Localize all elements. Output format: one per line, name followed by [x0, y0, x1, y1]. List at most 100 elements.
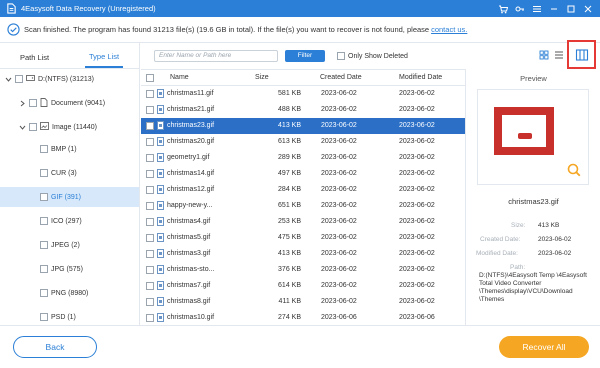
- row-checkbox[interactable]: [146, 122, 154, 130]
- table-row[interactable]: christmas3.gif 413 KB 2023-06-02 2023-06-02: [141, 246, 465, 262]
- tree-item[interactable]: CUR (3): [0, 163, 139, 183]
- row-checkbox[interactable]: [146, 298, 154, 306]
- column-modified[interactable]: Modified Date: [399, 74, 442, 81]
- tree-item[interactable]: PSD (1): [0, 307, 139, 327]
- row-checkbox[interactable]: [146, 266, 154, 274]
- tab-type-list[interactable]: Type List: [85, 52, 124, 68]
- table-row[interactable]: happy-new-y... 651 KB 2023-06-02 2023-06-02: [141, 198, 465, 214]
- title-bar: 4Easysoft Data Recovery (Unregistered): [0, 0, 600, 17]
- close-icon[interactable]: [579, 0, 596, 17]
- row-checkbox[interactable]: [146, 170, 154, 178]
- tree-item[interactable]: D:(NTFS) (31213): [0, 69, 139, 89]
- tree-item-checkbox[interactable]: [40, 265, 48, 273]
- left-panel: Path List Type List D:(NTFS) (31213) Docu…: [0, 43, 140, 325]
- tree-item[interactable]: GIF (391): [0, 187, 139, 207]
- recover-all-button[interactable]: Recover All: [499, 336, 589, 358]
- tree-item-label: JPG (575): [51, 265, 83, 273]
- preview-file-name: christmas23.gif: [508, 197, 559, 206]
- table-row[interactable]: christmas10.gif 274 KB 2023-06-06 2023-06-0…: [141, 310, 465, 325]
- chevron-down-icon[interactable]: [18, 123, 26, 131]
- preview-created-value: 2023-06-02: [538, 236, 572, 243]
- tree-item[interactable]: Image (11440): [0, 117, 139, 137]
- row-checkbox[interactable]: [146, 282, 154, 290]
- preview-header: Preview: [520, 74, 547, 83]
- only-show-deleted-checkbox[interactable]: [337, 52, 345, 60]
- table-row[interactable]: christmas5.gif 475 KB 2023-06-02 2023-06-02: [141, 230, 465, 246]
- tree-item[interactable]: PNG (8980): [0, 283, 139, 303]
- modified-date-cell: 2023-06-02: [399, 106, 435, 113]
- row-checkbox[interactable]: [146, 314, 154, 322]
- table-row[interactable]: geometry1.gif 289 KB 2023-06-02 2023-06-02: [141, 150, 465, 166]
- row-checkbox[interactable]: [146, 90, 154, 98]
- search-input[interactable]: Enter Name or Path here: [154, 50, 278, 62]
- preview-toggle-button[interactable]: [567, 40, 596, 69]
- row-checkbox[interactable]: [146, 154, 154, 162]
- tree-item-checkbox[interactable]: [40, 169, 48, 177]
- column-name[interactable]: Name: [170, 74, 189, 81]
- table-row[interactable]: christmas12.gif 284 KB 2023-06-02 2023-06-0…: [141, 182, 465, 198]
- tree-item-checkbox[interactable]: [40, 217, 48, 225]
- row-checkbox[interactable]: [146, 138, 154, 146]
- list-view-icon[interactable]: [553, 49, 565, 61]
- table-row[interactable]: christmas20.gif 613 KB 2023-06-02 2023-06-0…: [141, 134, 465, 150]
- row-checkbox[interactable]: [146, 186, 154, 194]
- file-name-cell: christmas4.gif: [167, 218, 211, 225]
- table-row[interactable]: christmas23.gif 413 KB 2023-06-02 2023-06-0…: [141, 118, 465, 134]
- column-created[interactable]: Created Date: [320, 74, 362, 81]
- tree-item-checkbox[interactable]: [29, 123, 37, 131]
- thumbnail-view-icon[interactable]: [538, 49, 550, 61]
- cart-icon[interactable]: [494, 0, 511, 17]
- tree-item-checkbox[interactable]: [40, 145, 48, 153]
- file-list-header: Name Size Created Date Modified Date: [141, 69, 465, 86]
- row-checkbox[interactable]: [146, 234, 154, 242]
- table-row[interactable]: christmas4.gif 253 KB 2023-06-02 2023-06-02: [141, 214, 465, 230]
- chevron-down-icon[interactable]: [4, 75, 12, 83]
- file-size-cell: 614 KB: [278, 282, 301, 289]
- menu-icon[interactable]: [528, 0, 545, 17]
- minimize-icon[interactable]: [545, 0, 562, 17]
- tree-item[interactable]: Document (9041): [0, 93, 139, 113]
- scan-complete-icon: [7, 23, 20, 36]
- back-button[interactable]: Back: [13, 336, 97, 358]
- tree-item-checkbox[interactable]: [29, 99, 37, 107]
- table-row[interactable]: christmas11.gif 581 KB 2023-06-02 2023-06-0…: [141, 86, 465, 102]
- row-checkbox[interactable]: [146, 106, 154, 114]
- key-icon[interactable]: [511, 0, 528, 17]
- table-row[interactable]: christmas-sto... 376 KB 2023-06-02 2023-06-…: [141, 262, 465, 278]
- filter-button[interactable]: Filter: [285, 50, 325, 62]
- table-row[interactable]: christmas8.gif 411 KB 2023-06-02 2023-06-02: [141, 294, 465, 310]
- table-row[interactable]: christmas14.gif 497 KB 2023-06-02 2023-06-0…: [141, 166, 465, 182]
- modified-date-cell: 2023-06-02: [399, 122, 435, 129]
- tree-item-checkbox[interactable]: [40, 313, 48, 321]
- tree-item-checkbox[interactable]: [40, 193, 48, 201]
- modified-date-cell: 2023-06-02: [399, 138, 435, 145]
- contact-us-link[interactable]: contact us.: [431, 25, 467, 34]
- tree-item-checkbox[interactable]: [40, 241, 48, 249]
- only-show-deleted-toggle[interactable]: Only Show Deleted: [337, 50, 408, 62]
- created-date-cell: 2023-06-02: [321, 266, 357, 273]
- maximize-icon[interactable]: [562, 0, 579, 17]
- chevron-right-icon[interactable]: [18, 99, 26, 107]
- tree-item-checkbox[interactable]: [40, 289, 48, 297]
- zoom-icon[interactable]: [566, 162, 582, 178]
- created-date-cell: 2023-06-02: [321, 106, 357, 113]
- select-all-checkbox[interactable]: [146, 73, 154, 82]
- tree-item[interactable]: JPEG (2): [0, 235, 139, 255]
- tree-item-checkbox[interactable]: [15, 75, 23, 83]
- row-checkbox[interactable]: [146, 218, 154, 226]
- tree-item[interactable]: BMP (1): [0, 139, 139, 159]
- file-toolbar: Enter Name or Path here Filter Only Show…: [141, 43, 600, 69]
- column-size[interactable]: Size: [255, 74, 269, 81]
- file-name-cell: christmas5.gif: [167, 234, 211, 241]
- file-size-cell: 475 KB: [278, 234, 301, 241]
- table-row[interactable]: christmas21.gif 488 KB 2023-06-02 2023-06-0…: [141, 102, 465, 118]
- row-checkbox[interactable]: [146, 202, 154, 210]
- tab-path-list[interactable]: Path List: [16, 53, 53, 68]
- tree-item[interactable]: JPG (575): [0, 259, 139, 279]
- row-checkbox[interactable]: [146, 250, 154, 258]
- file-name-cell: christmas14.gif: [167, 170, 215, 177]
- preview-size-label: Size:: [511, 222, 526, 229]
- table-row[interactable]: christmas7.gif 614 KB 2023-06-02 2023-06-02: [141, 278, 465, 294]
- tree-item[interactable]: ICO (297): [0, 211, 139, 231]
- file-size-cell: 651 KB: [278, 202, 301, 209]
